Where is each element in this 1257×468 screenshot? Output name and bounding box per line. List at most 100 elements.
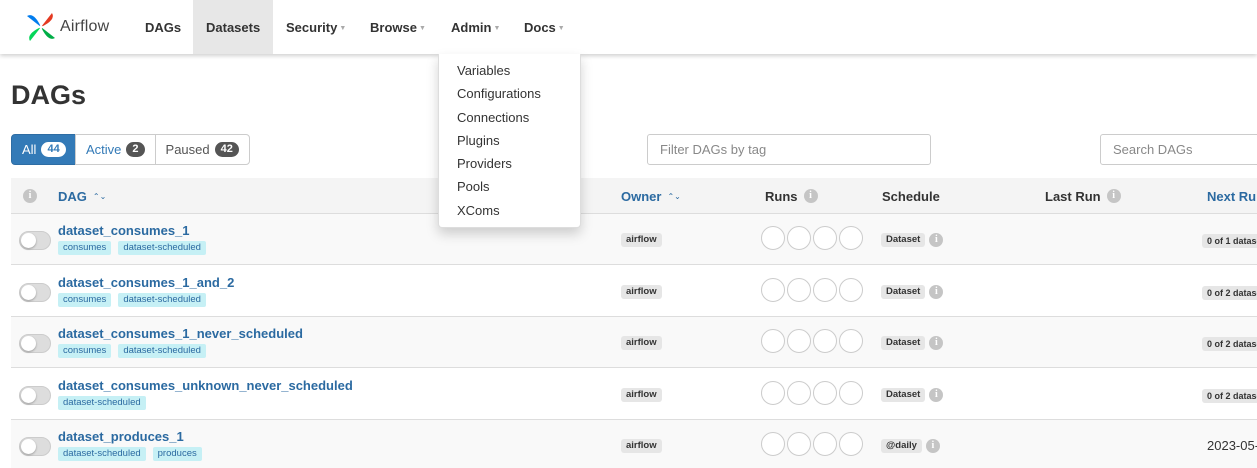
info-icon[interactable]: i	[1106, 189, 1121, 203]
column-dag-label: DAG	[58, 188, 87, 204]
run-state-circle[interactable]	[813, 226, 837, 250]
nav-admin[interactable]: Admin ▼	[438, 0, 510, 54]
tag-badge[interactable]: dataset-scheduled	[118, 241, 206, 255]
info-icon[interactable]: i	[23, 189, 37, 203]
tag-badge[interactable]: consumes	[58, 241, 112, 255]
search-dags-input[interactable]	[1100, 134, 1257, 165]
info-icon[interactable]: i	[929, 336, 944, 350]
tag-badge[interactable]: dataset-scheduled	[58, 395, 146, 410]
tag-filter-input[interactable]	[647, 134, 931, 165]
run-state-circle[interactable]	[761, 432, 785, 456]
tag-badge[interactable]: consumes	[58, 292, 112, 307]
tag-badge[interactable]: dataset-scheduled	[118, 292, 206, 307]
column-next-run[interactable]: Next Run	[1207, 178, 1257, 214]
admin-menu-item-providers[interactable]: Providers	[439, 152, 580, 175]
owner-badge[interactable]: airflow	[621, 336, 662, 350]
next-run-badge[interactable]: 0 of 1 datasets updated	[1202, 234, 1257, 248]
pause-toggle[interactable]	[19, 231, 51, 250]
admin-menu-item-plugins[interactable]: Plugins	[439, 129, 580, 152]
run-state-circle[interactable]	[787, 432, 811, 456]
pause-toggle[interactable]	[19, 437, 51, 456]
run-state-circle[interactable]	[787, 226, 811, 250]
filter-all-button[interactable]: All 44	[11, 134, 76, 165]
owner-badge[interactable]: airflow	[621, 284, 662, 299]
admin-dropdown-menu: Variables Configurations Connections Plugin…	[438, 54, 581, 228]
run-state-circle[interactable]	[813, 329, 837, 353]
admin-menu-item-variables[interactable]: Variables	[439, 59, 580, 82]
admin-menu-item-configurations[interactable]: Configurations	[439, 82, 580, 105]
dag-id-link[interactable]: dataset_consumes_1	[58, 223, 190, 238]
run-state-circle[interactable]	[839, 432, 863, 456]
schedule-badge[interactable]: Dataset	[881, 233, 926, 247]
schedule-badge[interactable]: @daily	[881, 439, 922, 453]
run-state-circle[interactable]	[839, 380, 863, 405]
next-run-badge[interactable]: 0 of 2 datasets updated	[1202, 285, 1257, 300]
owner-badge[interactable]: airflow	[621, 387, 662, 402]
info-icon[interactable]: i	[803, 189, 818, 203]
table-row: dataset_produces_1 dataset-scheduled produ…	[11, 420, 1257, 468]
tag-badge[interactable]: dataset-scheduled	[58, 447, 146, 461]
caret-down-icon: ▼	[339, 24, 347, 32]
nav-docs[interactable]: Docs ▼	[511, 0, 578, 54]
run-state-circle[interactable]	[761, 226, 785, 250]
schedule-badge[interactable]: Dataset	[881, 387, 926, 402]
dag-id-link[interactable]: dataset_consumes_1_never_scheduled	[58, 326, 303, 341]
next-run-badge[interactable]: 0 of 2 datasets updated	[1202, 388, 1257, 403]
run-state-circle[interactable]	[761, 277, 785, 302]
nav-datasets[interactable]: Datasets	[193, 0, 273, 54]
nav-dags[interactable]: DAGs	[132, 0, 194, 54]
run-state-circle[interactable]	[761, 380, 785, 405]
run-state-circle[interactable]	[813, 380, 837, 405]
run-state-circle[interactable]	[839, 226, 863, 250]
info-icon[interactable]: i	[929, 284, 944, 299]
next-run-badge[interactable]: 0 of 2 datasets updated	[1202, 337, 1257, 351]
admin-menu-item-xcoms[interactable]: XComs	[439, 199, 580, 222]
filter-paused-button[interactable]: Paused 42	[154, 134, 250, 165]
sort-icon[interactable]: ⌃⌄	[93, 192, 106, 200]
nav-security[interactable]: Security ▼	[273, 0, 359, 54]
filter-active-button[interactable]: Active 2	[75, 134, 156, 165]
dag-id-link[interactable]: dataset_consumes_1_and_2	[58, 275, 234, 290]
tag-badge[interactable]: dataset-scheduled	[118, 344, 206, 358]
run-status-circles	[761, 432, 865, 456]
column-last-run: Last Run i	[1045, 178, 1121, 214]
owner-badge[interactable]: airflow	[621, 233, 662, 247]
column-dag[interactable]: DAG ⌃⌄	[58, 178, 106, 214]
dag-id-link[interactable]: dataset_consumes_unknown_never_scheduled	[58, 378, 353, 393]
table-row: dataset_consumes_unknown_never_scheduled…	[11, 369, 1257, 420]
admin-menu-item-pools[interactable]: Pools	[439, 175, 580, 198]
owner-badge[interactable]: airflow	[621, 439, 662, 453]
info-icon[interactable]: i	[929, 387, 944, 402]
airflow-logo-icon	[27, 13, 55, 41]
column-owner[interactable]: Owner ⌃⌄	[621, 178, 681, 214]
dag-id-link[interactable]: dataset_produces_1	[58, 429, 184, 444]
filter-all-count: 44	[41, 142, 66, 157]
nav-browse[interactable]: Browse ▼	[357, 0, 439, 54]
pause-toggle[interactable]	[19, 282, 51, 302]
run-state-circle[interactable]	[787, 277, 811, 302]
info-icon[interactable]: i	[929, 233, 944, 247]
schedule-badge[interactable]: Dataset	[881, 336, 926, 350]
nav-browse-label: Browse	[370, 19, 417, 35]
run-state-circle[interactable]	[813, 277, 837, 302]
caret-down-icon: ▼	[493, 24, 501, 32]
run-state-circle[interactable]	[839, 329, 863, 353]
airflow-brand[interactable]: Airflow	[24, 8, 109, 46]
pause-toggle[interactable]	[19, 385, 51, 405]
info-icon[interactable]: i	[925, 439, 940, 453]
filter-paused-count: 42	[214, 142, 239, 157]
next-run-date: 2023-05-	[1207, 438, 1257, 453]
run-state-circle[interactable]	[761, 329, 785, 353]
admin-menu-item-connections[interactable]: Connections	[439, 106, 580, 129]
sort-icon[interactable]: ⌃⌄	[667, 192, 680, 200]
run-state-circle[interactable]	[787, 329, 811, 353]
tag-badge[interactable]: produces	[152, 447, 202, 461]
run-state-circle[interactable]	[787, 380, 811, 405]
schedule-badge[interactable]: Dataset	[881, 284, 926, 299]
run-state-circle[interactable]	[813, 432, 837, 456]
run-state-circle[interactable]	[839, 277, 863, 302]
tag-badge[interactable]: consumes	[58, 344, 112, 358]
pause-toggle[interactable]	[19, 334, 51, 353]
column-schedule-label: Schedule	[882, 188, 940, 204]
run-status-circles	[761, 226, 865, 250]
